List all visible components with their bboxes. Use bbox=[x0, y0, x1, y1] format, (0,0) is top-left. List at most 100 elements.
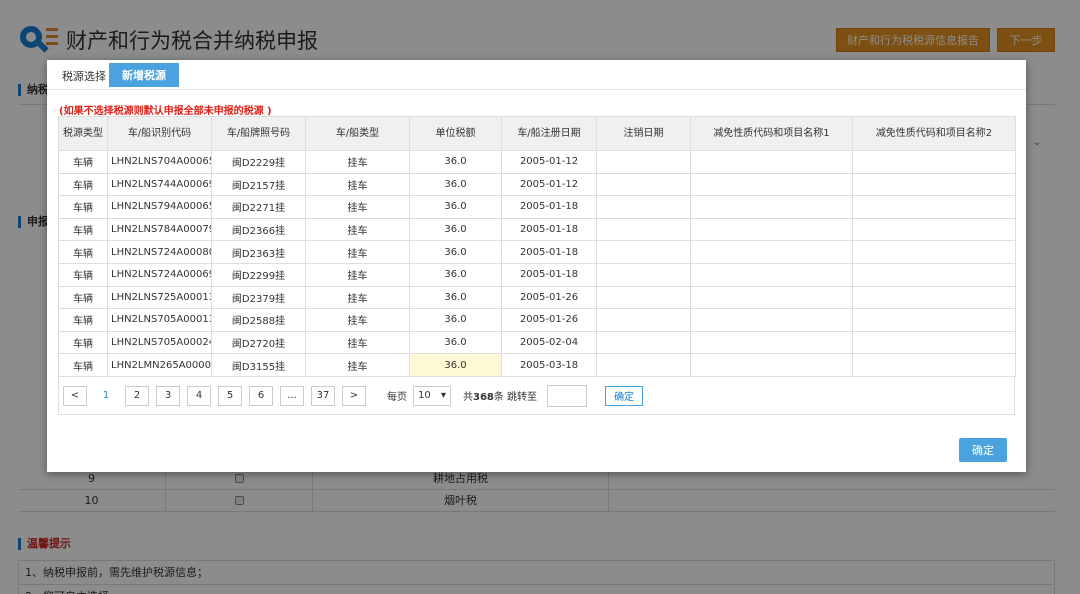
table-cell bbox=[690, 308, 853, 332]
jump-confirm-button[interactable]: 确定 bbox=[605, 385, 644, 406]
table-cell bbox=[596, 353, 691, 377]
table-cell: LHN2LNS744A000699 bbox=[107, 172, 212, 197]
table-cell bbox=[596, 330, 691, 355]
table-cell: 闽D2366挂 bbox=[211, 217, 306, 242]
table-row[interactable]: 车辆 LHN2LNS724A000698 闽D2299挂 挂车 36.0 2005-01-… bbox=[58, 262, 1016, 287]
table-cell bbox=[596, 172, 691, 197]
table-cell: LHN2LNS784A000799 bbox=[107, 217, 212, 242]
caret-down-icon: ▾ bbox=[440, 390, 446, 401]
table-cell bbox=[852, 150, 1016, 174]
table-cell: 挂车 bbox=[305, 308, 410, 332]
table-cell: 闽D2720挂 bbox=[211, 330, 306, 355]
table-cell: 36.0 bbox=[409, 308, 502, 332]
table-cell bbox=[596, 217, 691, 242]
col-header: 注销日期 bbox=[596, 116, 691, 151]
per-page-label: 每页 bbox=[387, 392, 407, 403]
table-cell: 闽D2271挂 bbox=[211, 195, 306, 219]
table-cell: 闽D3155挂 bbox=[211, 353, 306, 377]
table-cell bbox=[852, 262, 1016, 287]
prev-page-button[interactable]: < bbox=[63, 385, 87, 406]
table-row[interactable]: 车辆 LHN2LNS705A000135 闽D2588挂 挂车 36.0 2005-01-… bbox=[58, 308, 1016, 332]
table-cell bbox=[690, 330, 853, 355]
table-cell: 闽D2363挂 bbox=[211, 240, 306, 264]
per-page-select[interactable]: 10 ▾ bbox=[413, 385, 451, 406]
table-cell: 2005-03-18 bbox=[501, 353, 597, 377]
page-button-6[interactable]: 6 bbox=[249, 385, 273, 406]
table-cell: 36.0 bbox=[409, 353, 502, 377]
table-cell: 2005-01-26 bbox=[501, 285, 597, 310]
next-page-button[interactable]: > bbox=[342, 385, 366, 406]
col-header: 税源类型 bbox=[58, 116, 108, 151]
table-cell: 2005-01-12 bbox=[501, 172, 597, 197]
total-count: 共368条 跳转至 bbox=[463, 392, 538, 403]
table-row[interactable]: 车辆 LHN2LNS744A000699 闽D2157挂 挂车 36.0 2005-01-… bbox=[58, 172, 1016, 197]
table-cell: 挂车 bbox=[305, 330, 410, 355]
table-cell: 2005-01-12 bbox=[501, 150, 597, 174]
page-button-5[interactable]: 5 bbox=[218, 385, 242, 406]
table-cell bbox=[596, 285, 691, 310]
table-row[interactable]: 车辆 LHN2LNS784A000799 闽D2366挂 挂车 36.0 2005-01-… bbox=[58, 217, 1016, 242]
table-cell: 挂车 bbox=[305, 240, 410, 264]
table-cell bbox=[690, 217, 853, 242]
table-row[interactable]: 车辆 LHN2LNS794A000651 闽D2271挂 挂车 36.0 2005-01-… bbox=[58, 195, 1016, 219]
tab-add-tax-source[interactable]: 新增税源 bbox=[109, 63, 179, 87]
table-cell bbox=[852, 195, 1016, 219]
table-cell: LHN2LNS724A000698 bbox=[107, 262, 212, 287]
warning-text: (如果不选择税源则默认申报全部未申报的税源 ) bbox=[59, 106, 272, 117]
table-cell: LHN2LMN265A000033 bbox=[107, 353, 212, 377]
table-cell: 车辆 bbox=[58, 353, 108, 377]
table-cell: 2005-01-18 bbox=[501, 195, 597, 219]
table-cell: 挂车 bbox=[305, 262, 410, 287]
table-cell bbox=[690, 195, 853, 219]
table-cell: 车辆 bbox=[58, 240, 108, 264]
table-row[interactable]: 车辆 LHN2LNS724A000801 闽D2363挂 挂车 36.0 2005-01-… bbox=[58, 240, 1016, 264]
table-cell: 挂车 bbox=[305, 195, 410, 219]
page-button-4[interactable]: 4 bbox=[187, 385, 211, 406]
table-cell bbox=[690, 150, 853, 174]
table-cell bbox=[690, 172, 853, 197]
table-cell: 2005-01-18 bbox=[501, 217, 597, 242]
table-cell: LHN2LNS794A000651 bbox=[107, 195, 212, 219]
table-cell: 车辆 bbox=[58, 262, 108, 287]
page-button-3[interactable]: 3 bbox=[156, 385, 180, 406]
modal-confirm-button[interactable]: 确定 bbox=[959, 438, 1007, 462]
tax-source-table: 税源类型 车/船识别代码 车/船牌照号码 车/船类型 单位税额 车/船注册日期 … bbox=[58, 116, 1016, 377]
table-cell bbox=[852, 330, 1016, 355]
table-cell bbox=[690, 262, 853, 287]
table-cell: 挂车 bbox=[305, 172, 410, 197]
col-header: 车/船识别代码 bbox=[107, 116, 212, 151]
table-cell: 36.0 bbox=[409, 262, 502, 287]
table-row[interactable]: 车辆 LHN2LNS704A000652 闽D2229挂 挂车 36.0 2005-01-… bbox=[58, 150, 1016, 174]
table-cell: 车辆 bbox=[58, 150, 108, 174]
page-button-2[interactable]: 2 bbox=[125, 385, 149, 406]
table-row[interactable]: 车辆 LHN2LNS705A000247 闽D2720挂 挂车 36.0 2005-02-… bbox=[58, 330, 1016, 355]
pagination: < 1 2 3 4 5 6 ... 37 > 每页 10 ▾ 共368条 跳转至… bbox=[58, 377, 1015, 415]
tab-tax-source-select[interactable]: 税源选择 bbox=[62, 68, 106, 84]
table-cell bbox=[852, 285, 1016, 310]
table-cell: 闽D2299挂 bbox=[211, 262, 306, 287]
page-button-last[interactable]: 37 bbox=[311, 385, 335, 406]
table-cell bbox=[596, 150, 691, 174]
table-cell bbox=[596, 308, 691, 332]
table-row[interactable]: 车辆 LHN2LNS725A000136 闽D2379挂 挂车 36.0 2005-01-… bbox=[58, 285, 1016, 310]
page-ellipsis-button[interactable]: ... bbox=[280, 385, 304, 406]
table-cell: LHN2LNS705A000135 bbox=[107, 308, 212, 332]
per-page-value: 10 bbox=[418, 390, 431, 401]
table-cell bbox=[690, 353, 853, 377]
table-cell: 闽D2157挂 bbox=[211, 172, 306, 197]
table-row[interactable]: 车辆LHN2LMN265A000033闽D3155挂挂车36.02005-03-… bbox=[58, 353, 1016, 377]
table-cell: 2005-02-04 bbox=[501, 330, 597, 355]
page-button-1[interactable]: 1 bbox=[94, 385, 118, 406]
table-cell bbox=[690, 285, 853, 310]
tax-source-modal: 税源选择 新增税源 (如果不选择税源则默认申报全部未申报的税源 ) 税源类型 车… bbox=[47, 60, 1026, 472]
table-cell: 挂车 bbox=[305, 217, 410, 242]
col-header: 减免性质代码和项目名称2 bbox=[852, 116, 1016, 151]
table-cell: LHN2LNS704A000652 bbox=[107, 150, 212, 174]
table-cell: 2005-01-18 bbox=[501, 262, 597, 287]
col-header: 单位税额 bbox=[409, 116, 502, 151]
jump-page-input[interactable] bbox=[547, 384, 588, 407]
table-cell: 36.0 bbox=[409, 150, 502, 174]
table-cell: 36.0 bbox=[409, 172, 502, 197]
table-cell: 挂车 bbox=[305, 353, 410, 377]
table-cell: LHN2LNS705A000247 bbox=[107, 330, 212, 355]
